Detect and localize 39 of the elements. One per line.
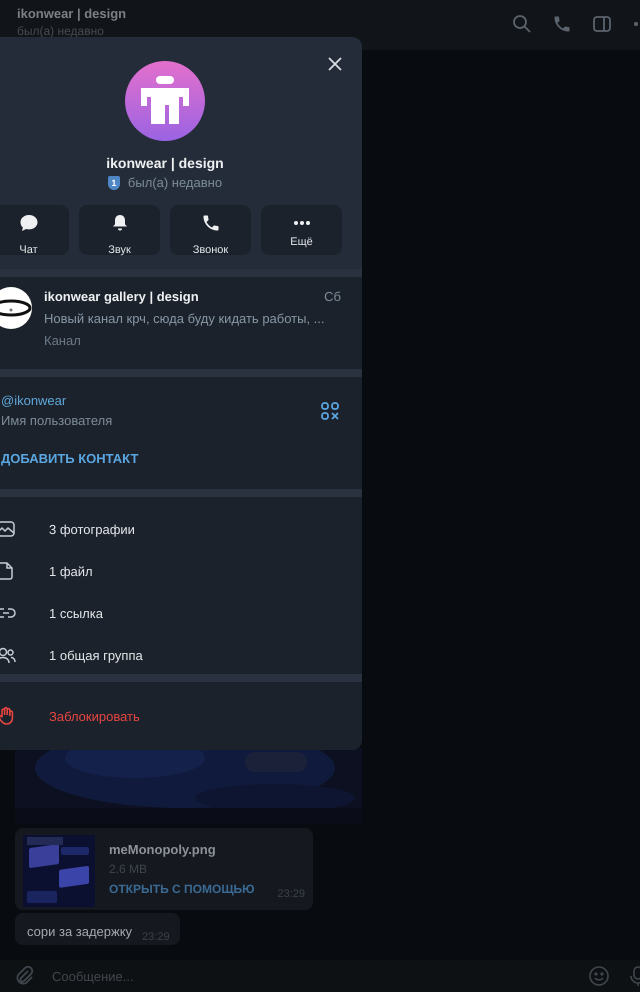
media-link[interactable]: 3 фотографии [49,522,135,536]
action-button[interactable]: Звук [79,205,160,255]
hand-icon [0,706,16,726]
action-button[interactable]: Ещё [261,205,342,255]
chat-status: был(а) недавно [17,24,105,38]
channel-title: ikonwear gallery | design [44,289,199,304]
sidebar-icon[interactable] [592,14,612,34]
add-contact-button[interactable]: ДОБАВИТЬ КОНТАКТ [1,451,138,466]
username-link[interactable]: @ikonwear [1,393,112,408]
group-icon [0,645,16,665]
message-input[interactable]: Сообщение... [0,960,640,992]
action-button[interactable]: Чат [0,205,69,255]
close-button[interactable] [327,56,343,72]
username-label: Имя пользователя [1,413,112,428]
media-link[interactable]: 1 ссылка [49,606,103,620]
channel-type: Канал [44,333,82,348]
block-button[interactable]: Заблокировать [49,708,140,724]
media-link[interactable]: 1 общая группа [49,648,143,662]
chat-title: ikonwear | design [17,6,126,21]
phone-icon[interactable] [552,14,572,34]
image-icon [0,519,16,539]
file-icon [0,561,16,581]
phone-icon [200,212,220,232]
more-icon [292,220,312,224]
file-name: meMonopoly.png [109,842,217,857]
channel-date: Сб [324,289,341,304]
message-text: сори за задержку [27,924,132,939]
rank-badge: 1 [108,176,120,190]
qr-code-icon[interactable] [321,402,339,420]
channel-preview: Новый канал крч, сюда буду кидать работы, ... [44,311,326,326]
profile-status: был(а) недавно [128,175,222,190]
search-icon[interactable] [512,14,532,34]
media-link[interactable]: 1 файл [49,564,93,578]
chat-bubble-icon [18,212,38,232]
action-button[interactable]: Звонок [170,205,251,255]
attach-icon[interactable] [14,965,34,987]
channel-avatar [0,287,32,329]
profile-name: ikonwear | design [106,155,224,171]
emoji-icon[interactable] [588,965,610,987]
